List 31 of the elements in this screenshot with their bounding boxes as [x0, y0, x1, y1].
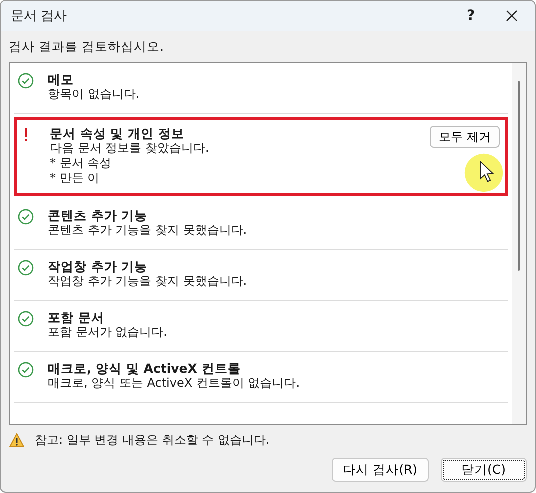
result-detail: 콘텐츠 추가 기능을 찾지 못했습니다.	[48, 223, 248, 238]
result-detail: 포함 문서가 없습니다.	[48, 325, 168, 340]
check-circle-icon	[18, 362, 34, 378]
check-circle-icon	[18, 73, 34, 89]
result-title: 포함 문서	[48, 310, 106, 325]
cursor-highlight-icon	[464, 153, 504, 193]
result-title: 메모	[48, 72, 75, 87]
scrollbar-thumb[interactable]	[518, 81, 520, 271]
result-detail: * 만든 이	[50, 171, 101, 186]
result-detail: * 문서 속성	[50, 156, 113, 171]
note-text: 참고: 일부 변경 내용은 취소할 수 없습니다.	[35, 432, 270, 449]
result-detail: 다음 문서 정보를 찾았습니다.	[50, 141, 210, 156]
result-detail: 항목이 없습니다.	[48, 87, 141, 102]
check-circle-icon	[18, 311, 34, 327]
exclamation-icon	[24, 128, 28, 141]
result-title: 콘텐츠 추가 기능	[48, 208, 149, 223]
check-circle-icon	[18, 260, 34, 276]
result-title: 매크로, 양식 및 ActiveX 컨트롤	[48, 361, 242, 376]
help-button[interactable]: ?	[453, 8, 489, 24]
window-title: 문서 검사	[11, 8, 68, 25]
close-icon[interactable]	[506, 10, 518, 22]
result-detail: 매크로, 양식 또는 ActiveX 컨트롤이 없습니다.	[48, 376, 302, 391]
check-circle-icon	[18, 209, 34, 225]
remove-all-button[interactable]: 모두 제거	[430, 126, 500, 148]
dialog-button[interactable]: 다시 검사(R)	[332, 458, 429, 482]
warning-icon	[9, 433, 25, 448]
dialog-button[interactable]: 닫기(C)	[440, 458, 527, 482]
instruction-text: 검사 결과를 검토하십시오.	[8, 38, 165, 56]
result-title: 작업창 추가 기능	[48, 259, 149, 274]
result-title: 문서 속성 및 개인 정보	[50, 126, 186, 141]
result-detail: 작업창 추가 기능을 찾지 못했습니다.	[48, 274, 248, 289]
